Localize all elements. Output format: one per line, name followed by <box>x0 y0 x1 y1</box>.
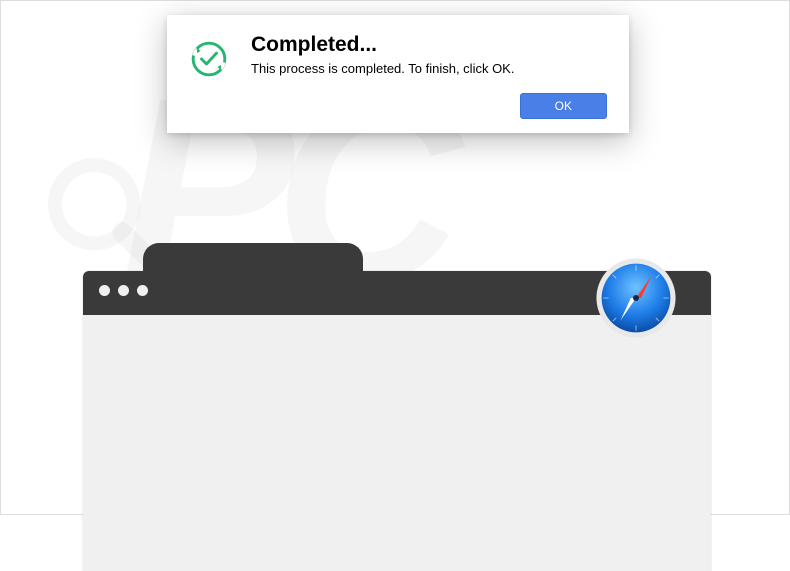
browser-tab <box>143 243 363 271</box>
dialog-message: This process is completed. To finish, cl… <box>251 61 607 76</box>
ok-button[interactable]: OK <box>520 93 607 119</box>
check-circle-icon <box>189 39 229 79</box>
dialog-title: Completed... <box>251 33 607 57</box>
traffic-dot-minimize[interactable] <box>118 285 129 296</box>
traffic-dot-close[interactable] <box>99 285 110 296</box>
browser-viewport <box>83 315 711 571</box>
completed-dialog: Completed... This process is completed. … <box>167 15 629 133</box>
traffic-dot-zoom[interactable] <box>137 285 148 296</box>
safari-icon <box>593 255 679 341</box>
window-controls <box>99 285 148 296</box>
